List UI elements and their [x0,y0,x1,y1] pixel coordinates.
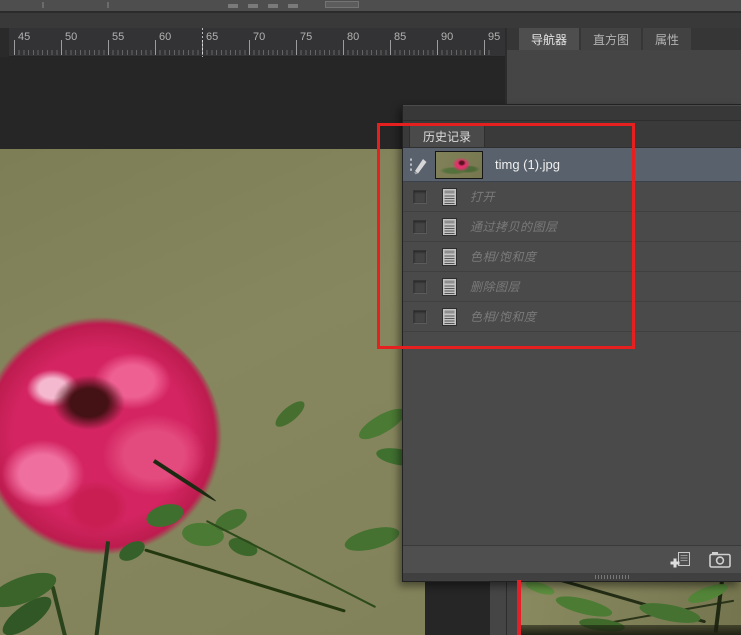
dock-edge-sliver [490,581,506,635]
document-icon [436,187,462,206]
ruler-number: 45 [18,31,31,43]
state-thumbnail [435,150,483,179]
panel-drag-bar[interactable] [403,105,741,121]
history-state-row[interactable]: 删除图层 [403,272,741,302]
ruler-number: 90 [441,31,454,43]
dock-tab-bar: 导航器 直方图 属性 [507,28,741,50]
annotation-line [517,580,521,635]
history-state-label: 通过拷贝的图层 [470,220,558,234]
history-tab-bar: 历史记录 [403,121,741,148]
app-background-strip [0,13,741,28]
options-bar-clipped-control [248,4,258,8]
options-bar-clipped-control [107,2,109,8]
state-filename: timg (1).jpg [495,157,561,172]
options-bar-clipped-control [42,2,44,8]
ruler-number: 95 [488,31,501,43]
leaf [524,581,556,598]
ruler-number: 50 [65,31,78,43]
panel-resize-grip[interactable] [403,573,741,581]
ruler-number: 80 [347,31,360,43]
ruler-number: 65 [206,31,219,43]
options-bar-clipped-control [268,4,278,8]
options-bar-clipped-control [228,4,238,8]
ruler-cursor-indicator [202,28,203,57]
canvas-image[interactable] [0,149,425,635]
document-icon [436,247,462,266]
canvas-image-fragment[interactable] [521,581,741,635]
tab-navigator[interactable]: 导航器 [519,28,580,50]
set-source-checkbox[interactable] [413,279,427,294]
history-state-label: 色相/饱和度 [470,310,537,324]
image-shadow-band [521,625,741,635]
set-source-checkbox[interactable] [413,189,427,204]
history-panel: 历史记录 timg (1).jpg 打开 通过拷贝的图层 色相/饱和度 删除图层… [402,104,741,582]
history-state-current[interactable]: timg (1).jpg [403,148,741,182]
document-icon [436,307,462,326]
branch [144,548,346,613]
ruler-number: 55 [112,31,125,43]
branch [50,585,70,635]
history-state-row[interactable]: 通过拷贝的图层 [403,212,741,242]
leaf [638,599,702,627]
leaf [342,522,402,556]
ruler-number: 75 [300,31,313,43]
history-state-label: 色相/饱和度 [470,250,537,264]
set-source-checkbox[interactable] [413,249,427,264]
rose-flower [0,317,222,555]
document-icon [436,277,462,296]
options-bar-clipped-control [325,1,359,8]
history-state-label: 打开 [470,190,496,204]
new-document-from-state-button[interactable] [667,549,693,571]
photoshop-window: 45 50 55 60 65 70 75 80 85 90 95 导航器 直方图… [0,0,741,635]
ruler-number: 85 [394,31,407,43]
leaf [354,403,410,445]
horizontal-ruler: 45 50 55 60 65 70 75 80 85 90 95 [0,28,507,57]
ruler-number: 70 [253,31,266,43]
camera-icon[interactable] [707,549,733,571]
history-state-label: 删除图层 [470,280,521,294]
history-panel-footer [403,545,741,573]
history-state-row[interactable]: 色相/饱和度 [403,242,741,272]
tab-histogram[interactable]: 直方图 [581,28,642,50]
leaf [554,592,614,621]
rose-stem [93,541,111,635]
history-brush-icon [403,155,435,175]
set-source-checkbox[interactable] [413,219,427,234]
set-source-checkbox[interactable] [413,309,427,324]
tab-history[interactable]: 历史记录 [409,124,485,147]
options-bar-clipped-control [288,4,298,8]
history-state-row[interactable]: 打开 [403,182,741,212]
document-icon [436,217,462,236]
history-state-row[interactable]: 色相/饱和度 [403,302,741,332]
history-empty-area [403,332,741,545]
leaf [271,397,309,431]
options-bar [0,0,741,13]
tab-properties[interactable]: 属性 [643,28,692,50]
ruler-number: 60 [159,31,172,43]
